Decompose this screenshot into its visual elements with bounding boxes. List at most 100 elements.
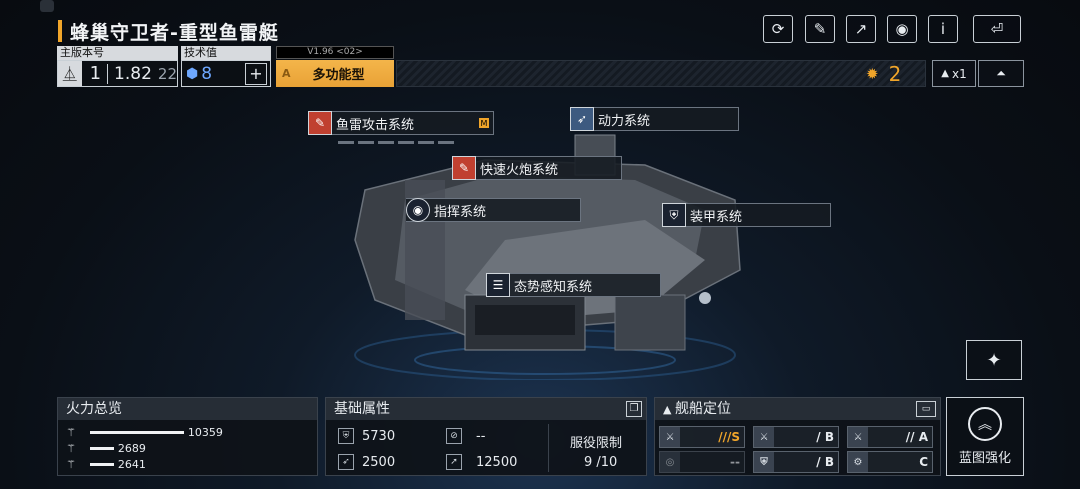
sub-version-value: 1.82 (114, 63, 152, 84)
basic-title: 基础属性 (334, 401, 390, 417)
enhance-icon: ︽ (968, 407, 1002, 441)
role-title: 舰船定位 (674, 401, 731, 417)
expand-icon[interactable]: ❐ (626, 401, 642, 417)
back-icon: ⏎ (990, 20, 1004, 38)
paint-icon: ✎ (813, 20, 827, 38)
ship-title-bar: 蜂巢守卫者-重型鱼雷艇 (58, 18, 279, 44)
version-divider (107, 63, 109, 84)
role-title-wrap: ▲ 舰船定位 (663, 398, 731, 420)
count-box[interactable]: ▲ x1 (932, 60, 976, 87)
share-button[interactable]: ↗ (846, 15, 876, 43)
tech-icon: ⬢ (186, 65, 199, 82)
range-icon: ➚ (446, 454, 462, 470)
basic-title-row: 基础属性 ❐ (326, 398, 646, 420)
role-assault-icon: ⚔ (848, 427, 868, 447)
ship-title: 蜂巢守卫者-重型鱼雷艇 (70, 21, 279, 44)
torpedo-slots (338, 141, 454, 144)
system-torpedo[interactable]: ✎ 鱼雷攻击系统 M (308, 111, 494, 135)
role-grade: ///S (718, 430, 740, 444)
ship-count: x1 (951, 66, 967, 81)
paint-button[interactable]: ✎ (805, 15, 835, 43)
role-grade: / B (816, 430, 834, 444)
speed-icon: ➶ (338, 454, 354, 470)
fleet-icon: ⏶ (996, 66, 1006, 80)
home-indicator (40, 0, 54, 12)
range-value: 12500 (476, 454, 518, 470)
service-divider (548, 424, 549, 472)
hp-stat: ⛨ 5730 (338, 428, 395, 444)
service-label: 服役限制 (570, 436, 623, 451)
fleet-button[interactable]: ⏶ (978, 60, 1024, 87)
role-panel[interactable]: ▲ 舰船定位 ▭ ⚔///S ⚔ / B ⚔// A ◎ -- ⛨ / B ⚙ C (654, 397, 941, 476)
back-button[interactable]: ⏎ (973, 15, 1021, 43)
firepower-bar (89, 463, 114, 466)
plus-icon: + (249, 64, 263, 83)
service-value: 9 /10 (584, 455, 618, 470)
system-armor[interactable]: ⛨ 装甲系统 (662, 203, 831, 227)
firepower-bar (89, 447, 114, 450)
speed-value: 2500 (362, 454, 396, 470)
system-torpedo-label: 鱼雷攻击系统 (336, 117, 415, 133)
firepower-row: ⚚ 2641 (66, 458, 146, 471)
basic-panel[interactable]: 基础属性 ❐ ⛨ 5730 ⊘ -- ➶ 2500 ➚ 12500 服役限制 9 /10 (325, 397, 647, 476)
torpedo-icon: ✎ (308, 111, 332, 135)
weapon-icon: ⚚ (66, 426, 76, 439)
role-defense-icon: ⛨ (754, 452, 774, 472)
situation-icon: ☰ (486, 273, 510, 297)
role-cell: ⛨ / B (753, 451, 839, 473)
view-button[interactable]: ◉ (887, 15, 917, 43)
role-title-row: ▲ 舰船定位 ▭ (655, 398, 940, 420)
tech-value: 8 (201, 63, 213, 84)
blueprint-enhance-button[interactable]: ︽ 蓝图强化 (946, 397, 1024, 476)
tech-box[interactable]: ⬢ 8 + (181, 60, 271, 87)
system-command-label: 指挥系统 (434, 204, 487, 220)
system-cannon-label: 快速火炮系统 (480, 162, 559, 178)
tech-plus-button[interactable]: + (245, 62, 267, 85)
info-button[interactable]: i (928, 15, 958, 43)
sub-version-small: 22 (157, 64, 177, 83)
role-tag-icon[interactable]: ▭ (916, 401, 936, 417)
firepower-value: 10359 (187, 426, 223, 439)
upgrade-icon: ✦ (986, 349, 1002, 371)
variant-grade: A (282, 67, 291, 80)
refresh-button[interactable]: ⟳ (763, 15, 793, 43)
weapon-icon: ⚚ (66, 442, 76, 455)
ship-count-icon: ▲ (941, 68, 949, 79)
firepower-row: ⚚ 10359 (66, 426, 223, 439)
system-power[interactable]: ➶ 动力系统 (570, 107, 739, 131)
role-cell: ◎ -- (659, 451, 745, 473)
power-icon: ➶ (570, 107, 594, 131)
share-icon: ↗ (854, 20, 868, 38)
main-version-box[interactable]: ⏅ 1 1.82 22 (57, 60, 178, 87)
refresh-icon: ⟳ (771, 20, 785, 38)
shield-stat: ⊘ -- (446, 428, 485, 444)
command-icon: ◉ (406, 198, 430, 222)
role-cell: ⚔ / B (753, 426, 839, 448)
role-grade: // A (905, 430, 928, 444)
variant-selector[interactable]: A 多功能型 (276, 60, 394, 87)
system-command[interactable]: ◉ 指挥系统 (406, 198, 581, 222)
role-cell: ⚔ // A (847, 426, 933, 448)
role-cell: ⚔ ///S (659, 426, 745, 448)
system-cannon[interactable]: ✎ 快速火炮系统 (452, 156, 622, 180)
ship-class-icon: ⏅ (58, 61, 82, 86)
hp-value: 5730 (362, 428, 396, 444)
points-value: 2 (888, 61, 902, 86)
role-utility-icon: ⚙ (848, 452, 868, 472)
main-version-label: 主版本号 (57, 46, 178, 60)
points-display: ✹ 2 (866, 60, 901, 87)
role-grade: C (919, 455, 928, 469)
stripe-bar (396, 60, 926, 87)
role-attack-icon: ⚔ (660, 427, 680, 447)
firepower-panel[interactable]: 火力总览 ⚚ 10359 ⚚ 2689 ⚚ 2641 (57, 397, 318, 476)
torpedo-badge: M (479, 118, 489, 128)
view-icon: ◉ (895, 20, 909, 38)
gear-points-icon: ✹ (866, 64, 879, 83)
role-grade: -- (730, 455, 740, 469)
system-situation[interactable]: ☰ 态势感知系统 (486, 273, 661, 297)
role-cell: ⚙ C (847, 451, 933, 473)
main-version-value: 1 (89, 63, 102, 84)
role-icon: ▲ (663, 403, 675, 416)
shield-icon: ⊘ (446, 428, 462, 444)
side-upgrade-button[interactable]: ✦ (966, 340, 1022, 380)
